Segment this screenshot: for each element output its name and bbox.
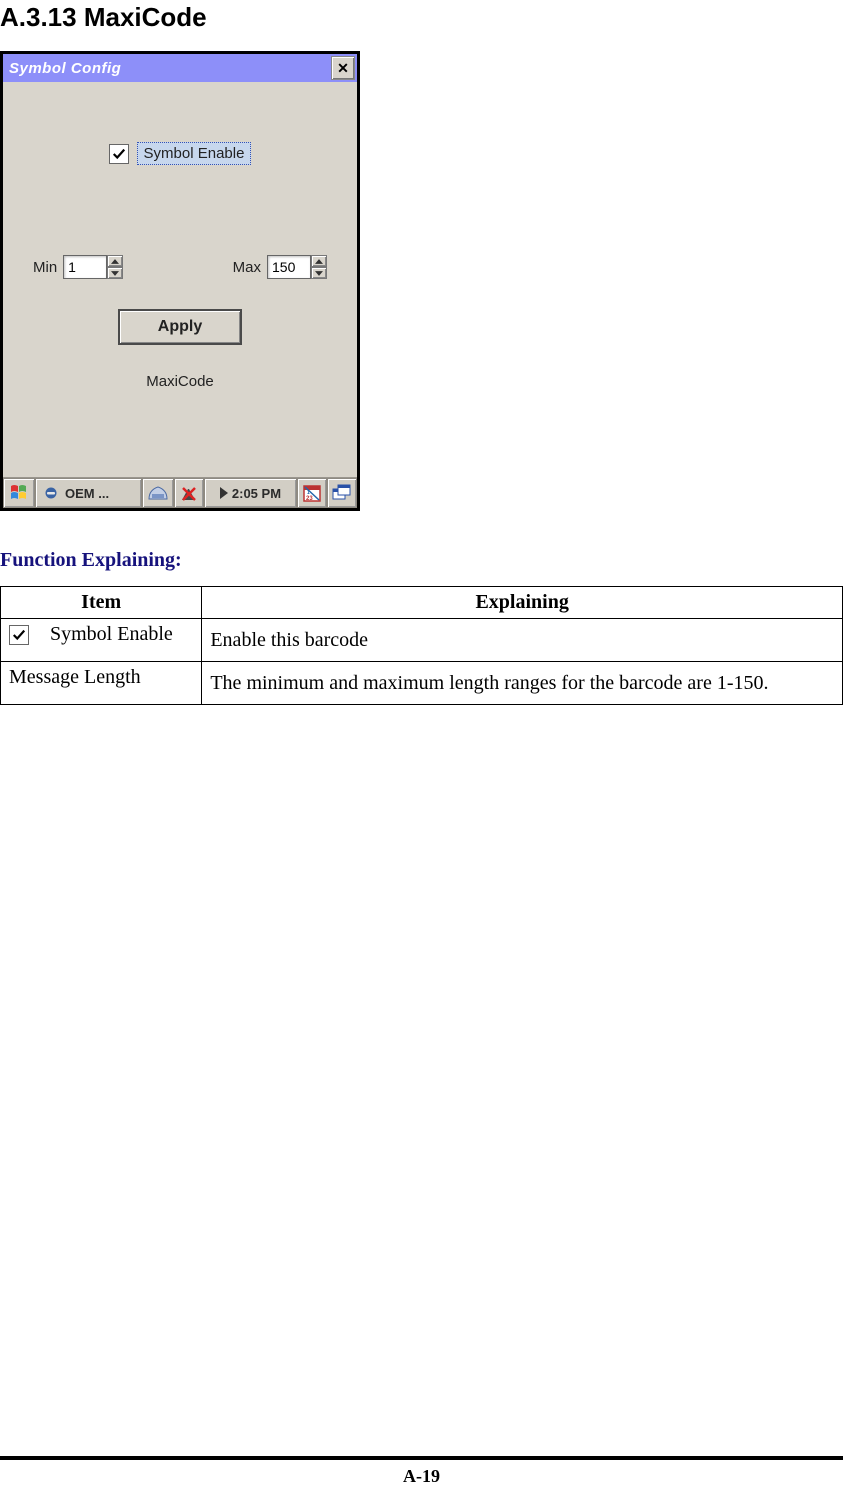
table-cell-explaining: The minimum and maximum length ranges fo… xyxy=(202,662,843,705)
min-spin-down[interactable] xyxy=(107,267,123,279)
checkmark-icon xyxy=(12,628,26,642)
table-row: Symbol Enable Enable this barcode xyxy=(1,619,843,662)
max-spinner-buttons xyxy=(311,255,327,279)
app-icon xyxy=(42,486,60,500)
taskbar-time: 2:05 PM xyxy=(232,486,281,501)
page-number: A-19 xyxy=(0,1466,843,1487)
apply-button-label: Apply xyxy=(158,318,202,336)
triangle-right-icon xyxy=(220,487,228,499)
window-titlebar: Symbol Config ✕ xyxy=(3,54,357,82)
network-disconnected-icon xyxy=(179,484,199,502)
taskbar-network-icon[interactable] xyxy=(174,478,204,508)
symbol-enable-row: Symbol Enable xyxy=(109,142,252,165)
max-input[interactable] xyxy=(267,255,311,279)
symbol-enable-checkbox[interactable] xyxy=(109,144,129,164)
function-explaining-heading: Function Explaining: xyxy=(0,549,843,572)
column-header-explaining: Explaining xyxy=(202,587,843,619)
taskbar-calendar-icon[interactable]: 1 23 xyxy=(297,478,327,508)
section-heading: A.3.13 MaxiCode xyxy=(0,2,843,33)
cascade-windows-icon xyxy=(332,484,352,502)
windows-flag-icon xyxy=(9,483,29,503)
table-cell-explaining: Enable this barcode xyxy=(202,619,843,662)
max-spin-up[interactable] xyxy=(311,255,327,267)
table-cell-item: Symbol Enable xyxy=(1,619,202,662)
taskbar-sip-button[interactable] xyxy=(142,478,174,508)
column-header-item: Item xyxy=(1,587,202,619)
min-spin-up[interactable] xyxy=(107,255,123,267)
minmax-row: Min Max xyxy=(3,255,357,279)
keyboard-icon xyxy=(147,484,169,502)
svg-text:23: 23 xyxy=(306,496,313,502)
chevron-down-icon xyxy=(111,271,119,276)
page-footer: A-19 xyxy=(0,806,843,1487)
taskbar-start-button[interactable] xyxy=(3,478,35,508)
max-spinner xyxy=(267,255,327,279)
table-cell-item: Message Length xyxy=(1,662,202,705)
max-spin-down[interactable] xyxy=(311,267,327,279)
taskbar-app-label: OEM ... xyxy=(65,486,109,501)
min-spinner-buttons xyxy=(107,255,123,279)
page: A.3.13 MaxiCode Symbol Config ✕ Symbol E… xyxy=(0,0,863,1487)
table-item-label: Symbol Enable xyxy=(50,623,173,645)
taskbar-clock[interactable]: 2:05 PM xyxy=(204,478,297,508)
window-close-button[interactable]: ✕ xyxy=(331,56,355,80)
max-label: Max xyxy=(233,259,261,276)
min-label: Min xyxy=(33,259,57,276)
window-title: Symbol Config xyxy=(9,60,121,77)
table-row: Message Length The minimum and maximum l… xyxy=(1,662,843,705)
symbol-enable-label: Symbol Enable xyxy=(137,142,252,165)
function-explaining-table: Item Explaining Symbol Enable Enable thi… xyxy=(0,586,843,705)
chevron-up-icon xyxy=(111,259,119,264)
min-input[interactable] xyxy=(63,255,107,279)
screenshot-symbol-config: Symbol Config ✕ Symbol Enable Min xyxy=(0,51,360,511)
footer-rule xyxy=(0,1456,843,1460)
apply-button[interactable]: Apply xyxy=(118,309,242,345)
chevron-down-icon xyxy=(315,271,323,276)
max-field: Max xyxy=(233,255,327,279)
taskbar-app-button[interactable]: OEM ... xyxy=(35,478,142,508)
window-client-area: Symbol Enable Min xyxy=(3,82,357,477)
table-header-row: Item Explaining xyxy=(1,587,843,619)
taskbar-desktop-icon[interactable] xyxy=(327,478,357,508)
chevron-up-icon xyxy=(315,259,323,264)
calendar-icon: 1 23 xyxy=(302,483,322,503)
table-checkbox-icon xyxy=(9,625,29,645)
close-icon: ✕ xyxy=(337,60,349,77)
code-label: MaxiCode xyxy=(146,373,214,390)
taskbar: OEM ... 2:05 PM xyxy=(3,477,357,508)
checkmark-icon xyxy=(112,147,126,161)
min-field: Min xyxy=(33,255,123,279)
min-spinner xyxy=(63,255,123,279)
